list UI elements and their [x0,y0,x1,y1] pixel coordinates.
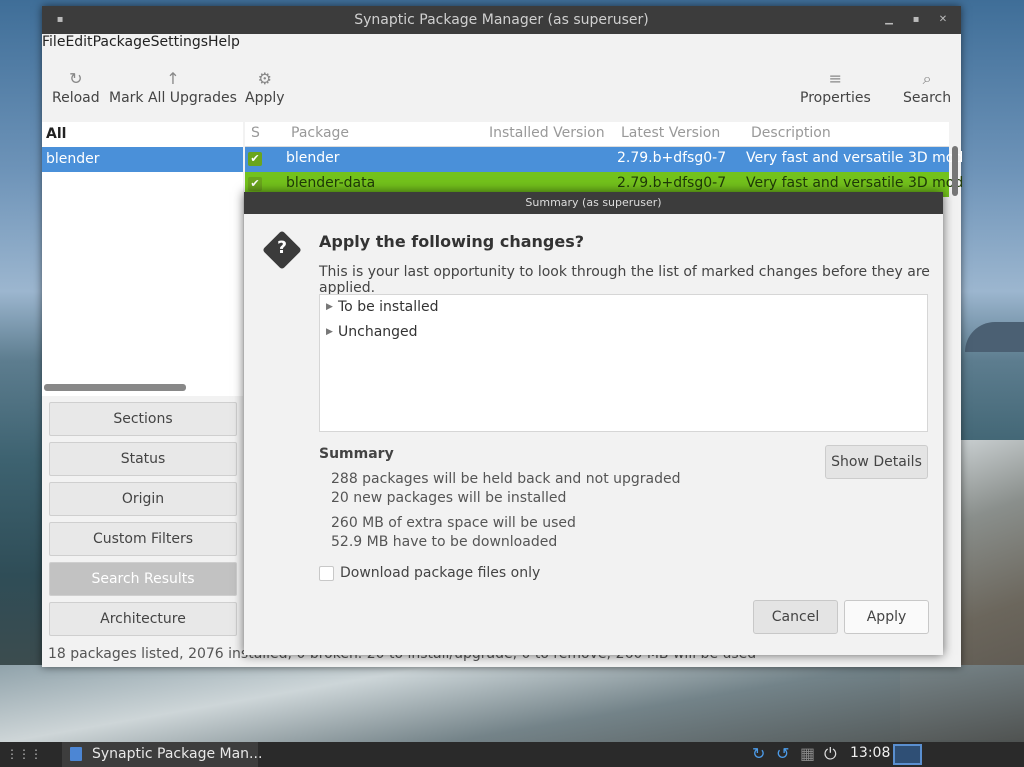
row-latest-version: 2.79.b+dfsg0-7 [617,175,727,191]
menu-edit[interactable]: Edit [65,34,92,50]
apply-gear-icon: ⚙ [257,69,272,88]
properties-label: Properties [800,90,871,106]
reload-icon: ↻ [69,69,83,88]
menu-settings[interactable]: Settings [151,34,208,50]
toolbar: ↻ Reload ↑ Mark All Upgrades ⚙ Apply ≡ P… [42,60,961,122]
filter-panel: All blender Sections Status Origin Custo… [42,122,243,642]
summary-dialog: Summary (as superuser) ? Apply the follo… [244,192,943,655]
column-status[interactable]: S [251,125,260,141]
update-icon[interactable]: ↻ [752,744,765,765]
window-title: Synaptic Package Manager (as superuser) [354,12,649,28]
power-icon[interactable]: ⏻ [824,744,837,765]
status-button[interactable]: Status [49,442,237,476]
app-menu-icon[interactable]: ⋮⋮⋮ [6,747,42,761]
window-titlebar[interactable]: ▪ Synaptic Package Manager (as superuser… [42,6,961,34]
dialog-titlebar[interactable]: Summary (as superuser) [244,192,943,214]
filter-blender[interactable]: blender [42,147,243,172]
dialog-heading: Apply the following changes? [319,232,584,251]
taskbar-synaptic-task[interactable]: Synaptic Package Man... [62,742,262,767]
reload-button[interactable]: ↻ Reload [52,68,100,106]
summary-heading: Summary [319,446,394,462]
minimize-icon[interactable]: ▁ [880,11,898,29]
apply-toolbar-label: Apply [245,90,285,106]
filter-all[interactable]: All [42,122,243,147]
apply-button[interactable]: Apply [844,600,929,634]
tree-item-to-be-installed[interactable]: ▶ To be installed [320,295,927,320]
custom-filters-button[interactable]: Custom Filters [49,522,237,556]
synaptic-app-icon [70,747,82,761]
close-icon[interactable]: ✕ [934,11,952,29]
checkmark-icon[interactable]: ✔ [248,152,262,166]
search-label: Search [903,90,952,106]
tree-item-label: Unchanged [338,324,418,340]
column-package[interactable]: Package [291,125,349,141]
download-only-checkbox[interactable] [319,566,334,581]
summary-held-back: 288 packages will be held back and not u… [331,471,681,487]
sync-icon[interactable]: ↺ [776,744,789,765]
upgrade-icon: ↑ [166,69,180,88]
show-desktop-button[interactable] [893,744,922,765]
column-installed-version[interactable]: Installed Version [489,125,605,141]
menu-bar: FileEditPackageSettingsHelp [42,34,240,52]
search-results-button[interactable]: Search Results [49,562,237,596]
properties-button[interactable]: ≡ Properties [800,68,871,106]
sections-button[interactable]: Sections [49,402,237,436]
package-table: S Package Installed Version Latest Versi… [245,122,963,197]
column-description[interactable]: Description [751,125,831,141]
filter-scrollbar[interactable] [44,384,186,391]
apply-toolbar-button[interactable]: ⚙ Apply [245,68,285,106]
mark-all-upgrades-label: Mark All Upgrades [109,90,237,106]
row-description: Very fast and versatile 3D mod [746,175,964,191]
summary-disk-space: 260 MB of extra space will be used [331,515,576,531]
architecture-button[interactable]: Architecture [49,602,237,636]
summary-new-packages: 20 new packages will be installed [331,490,567,506]
changes-tree[interactable]: ▶ To be installed ▶ Unchanged [319,294,928,432]
desktop-hill [965,322,1024,352]
taskbar-task-label: Synaptic Package Man... [92,746,263,762]
show-details-button[interactable]: Show Details [825,445,928,479]
clock[interactable]: 13:08 [850,745,890,761]
menu-help[interactable]: Help [208,34,240,50]
maximize-icon[interactable]: ▪ [907,11,925,29]
row-latest-version: 2.79.b+dfsg0-7 [617,150,727,166]
reload-label: Reload [52,90,100,106]
summary-download-size: 52.9 MB have to be downloaded [331,534,558,550]
table-header: S Package Installed Version Latest Versi… [245,122,949,147]
download-only-label[interactable]: Download package files only [340,565,540,581]
desktop-waves [0,665,1024,745]
row-package: blender [286,150,340,166]
tree-item-label: To be installed [338,299,439,315]
table-scrollbar[interactable] [952,146,958,196]
mark-all-upgrades-button[interactable]: ↑ Mark All Upgrades [109,68,237,106]
tree-item-unchanged[interactable]: ▶ Unchanged [320,320,927,345]
origin-button[interactable]: Origin [49,482,237,516]
column-latest-version[interactable]: Latest Version [621,125,720,141]
search-button[interactable]: ⌕ Search [903,68,951,106]
menu-package[interactable]: Package [93,34,151,50]
dialog-subtext: This is your last opportunity to look th… [319,264,930,296]
checkmark-icon[interactable]: ✔ [248,177,262,191]
menu-file[interactable]: File [42,34,65,50]
question-icon: ? [262,230,302,270]
filter-mode-buttons: Sections Status Origin Custom Filters Se… [42,396,243,642]
table-row[interactable]: ✔ blender 2.79.b+dfsg0-7 Very fast and v… [245,147,963,172]
keyboard-icon[interactable]: ▦ [800,744,815,765]
taskbar: ⋮⋮⋮ Synaptic Package Man... ↻ ↺ ▦ ⏻ 13:0… [0,742,1024,767]
expand-arrow-icon[interactable]: ▶ [326,320,333,345]
expand-arrow-icon[interactable]: ▶ [326,295,333,320]
cancel-button[interactable]: Cancel [753,600,838,634]
row-package: blender-data [286,175,376,191]
search-icon: ⌕ [922,69,932,88]
row-description: Very fast and versatile 3D mod [746,150,964,166]
properties-icon: ≡ [828,69,843,88]
